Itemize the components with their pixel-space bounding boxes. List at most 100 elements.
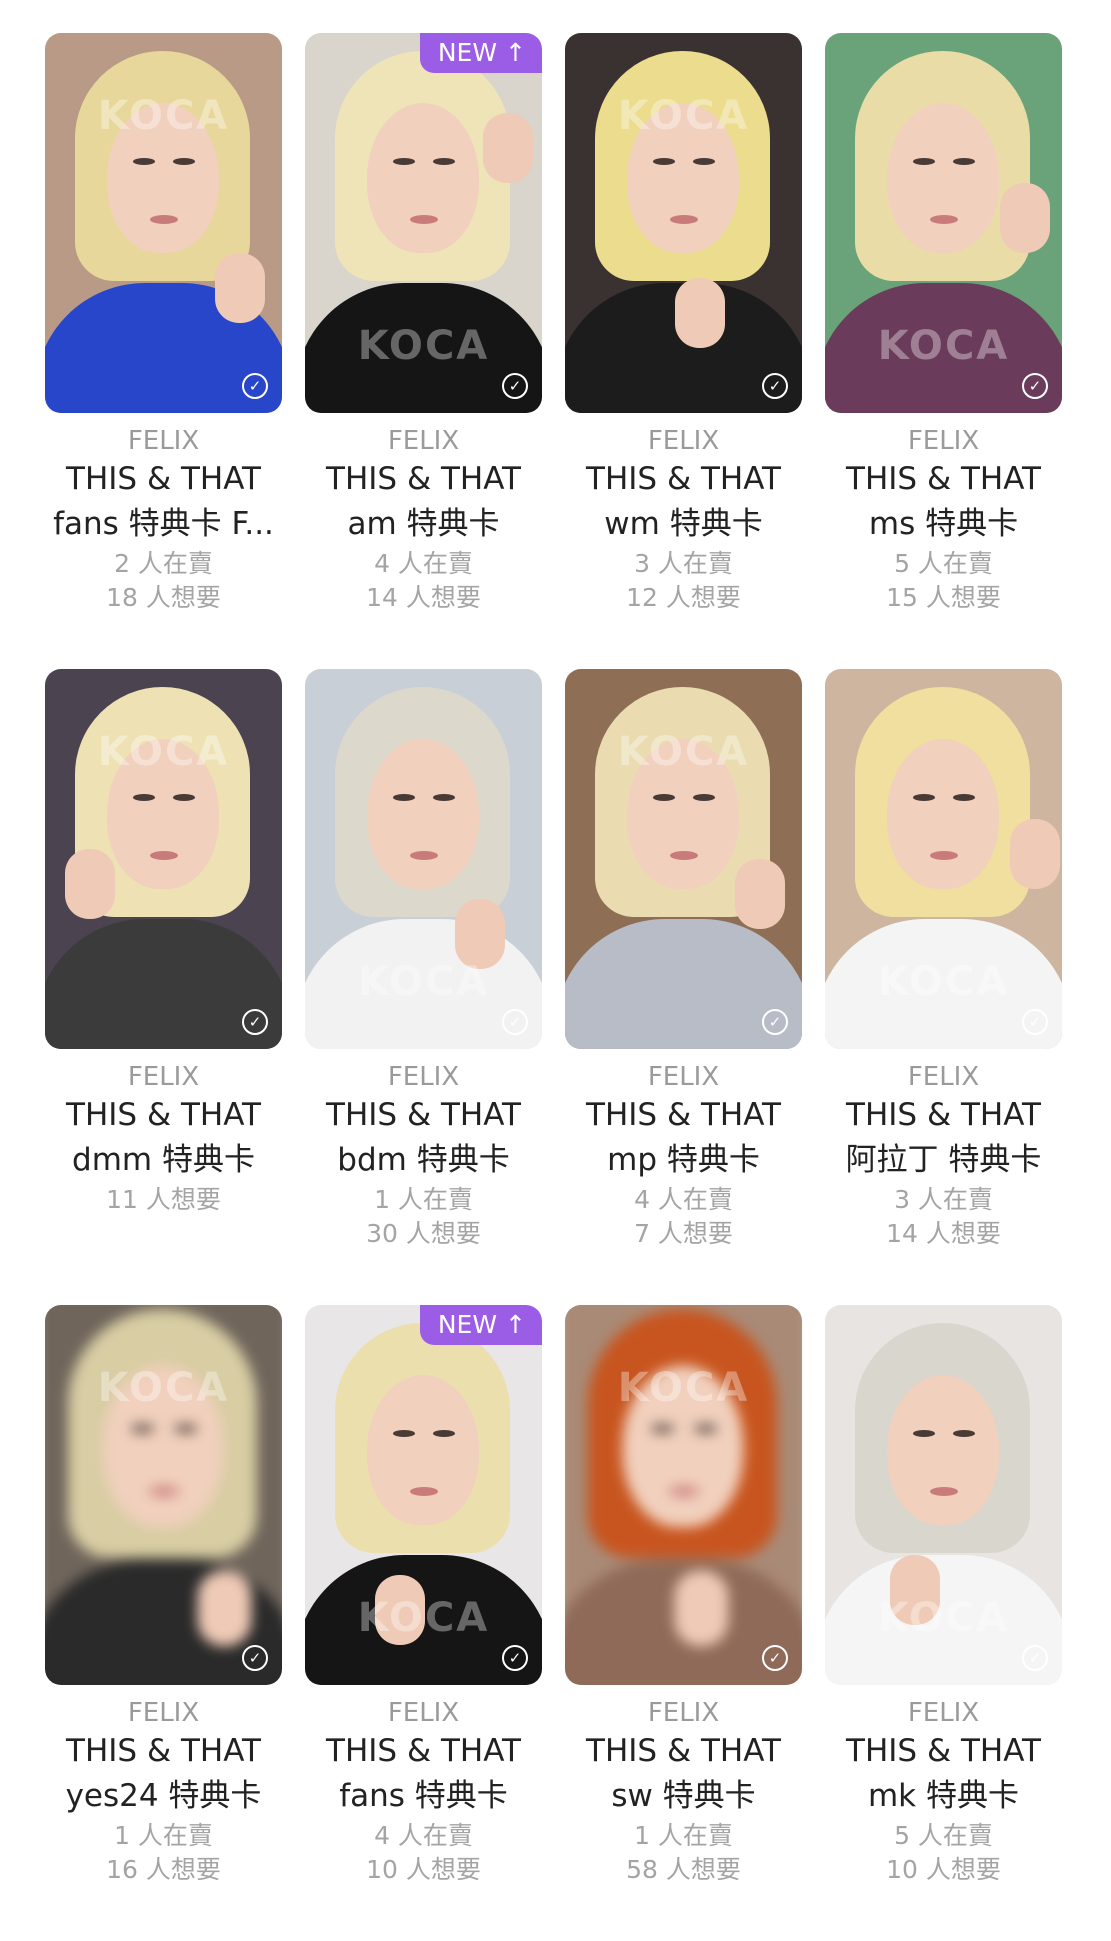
photocard-item[interactable]: KOCA ✓ FELIX THIS & THAT wm 特典卡 3 人在賣 12… (565, 33, 802, 669)
card-title-line1: THIS & THAT (586, 1733, 781, 1769)
card-info: FELIX THIS & THAT mk 特典卡 5 人在賣 10 人想要 (825, 1697, 1062, 1887)
selling-count: 1 人在賣 (634, 1821, 733, 1850)
photocard-item[interactable]: KOCA ✓ FELIX THIS & THAT sw 特典卡 1 人在賣 58… (565, 1305, 802, 1941)
new-badge-label: NEW (437, 38, 498, 67)
koca-watermark: KOCA (357, 959, 490, 1005)
photo-hand (735, 859, 785, 929)
photo-lips (410, 851, 438, 860)
photocard-image[interactable]: KOCA ✓ (305, 669, 542, 1049)
member-name: FELIX (387, 426, 460, 456)
card-title-line1: THIS & THAT (326, 1733, 521, 1769)
photocard-item[interactable]: KOCA ✓ FELIX THIS & THAT dmm 特典卡 11 人想要 (45, 669, 282, 1305)
selling-count: 4 人在賣 (634, 1185, 733, 1214)
card-title-line1: THIS & THAT (846, 461, 1041, 497)
photo-hand (674, 1570, 729, 1647)
wanting-count: 12 人想要 (626, 583, 741, 612)
photocard-image[interactable]: KOCA ✓ (825, 33, 1062, 413)
photocard-image[interactable]: KOCA ✓ (565, 33, 802, 413)
koca-watermark: KOCA (357, 1595, 490, 1641)
photo-face (887, 103, 999, 253)
wanting-count: 18 人想要 (106, 583, 221, 612)
check-circle-icon[interactable]: ✓ (762, 1009, 788, 1035)
card-info: FELIX THIS & THAT ms 特典卡 5 人在賣 15 人想要 (825, 425, 1062, 615)
photo-lips (668, 1486, 700, 1497)
photocard-item[interactable]: KOCA ✓ FELIX THIS & THAT yes24 特典卡 1 人在賣… (45, 1305, 282, 1941)
check-circle-icon[interactable]: ✓ (242, 1009, 268, 1035)
check-circle-icon[interactable]: ✓ (502, 1645, 528, 1671)
card-title-line2: mp 特典卡 (607, 1142, 760, 1178)
check-circle-icon[interactable]: ✓ (1022, 1009, 1048, 1035)
photo-background (45, 669, 282, 1049)
photo-background (565, 1305, 802, 1685)
wanting-count: 7 人想要 (634, 1219, 733, 1248)
photocard-image[interactable]: KOCA ✓ (565, 1305, 802, 1685)
card-info: FELIX THIS & THAT fans 特典卡 4 人在賣 10 人想要 (305, 1697, 542, 1887)
selling-count: 1 人在賣 (374, 1185, 473, 1214)
card-title-line2: dmm 特典卡 (72, 1142, 255, 1178)
card-title-line2: mk 特典卡 (867, 1778, 1019, 1814)
card-title-line2: fans 特典卡 F... (53, 506, 274, 542)
photo-eye (913, 158, 935, 165)
check-circle-icon[interactable]: ✓ (762, 373, 788, 399)
photocard-item[interactable]: KOCA ✓ NEW ↑ FELIX THIS & THAT am 特典卡 4 人… (305, 33, 542, 669)
photo-eye (393, 794, 415, 801)
photo-face (367, 739, 479, 889)
photo-eye (953, 1430, 975, 1437)
photo-background (565, 669, 802, 1049)
photocard-item[interactable]: KOCA ✓ FELIX THIS & THAT mk 特典卡 5 人在賣 10… (825, 1305, 1062, 1941)
card-title-line1: THIS & THAT (66, 1733, 261, 1769)
check-circle-icon[interactable]: ✓ (762, 1645, 788, 1671)
card-title-line2: bdm 特典卡 (337, 1142, 510, 1178)
photo-eye (173, 158, 195, 165)
new-badge: NEW ↑ (419, 1305, 542, 1345)
check-circle-icon[interactable]: ✓ (502, 373, 528, 399)
card-title-line2: yes24 特典卡 (65, 1778, 262, 1814)
photocard-image[interactable]: KOCA ✓ NEW ↑ (305, 1305, 542, 1685)
photo-hand (483, 113, 533, 183)
card-info: FELIX THIS & THAT dmm 特典卡 11 人想要 (45, 1061, 282, 1217)
koca-watermark: KOCA (877, 1595, 1010, 1641)
photo-hand (197, 1570, 252, 1647)
koca-watermark: KOCA (357, 323, 490, 369)
photocard-image[interactable]: KOCA ✓ (825, 1305, 1062, 1685)
photo-background (565, 33, 802, 413)
check-circle-icon[interactable]: ✓ (242, 1645, 268, 1671)
photocard-image[interactable]: KOCA ✓ (45, 669, 282, 1049)
photocard-image[interactable]: KOCA ✓ (45, 33, 282, 413)
photocard-image[interactable]: KOCA ✓ (565, 669, 802, 1049)
photocard-image[interactable]: KOCA ✓ NEW ↑ (305, 33, 542, 413)
card-info: FELIX THIS & THAT wm 特典卡 3 人在賣 12 人想要 (565, 425, 802, 615)
member-name: FELIX (647, 1062, 720, 1092)
photo-eye (913, 1430, 935, 1437)
photocard-item[interactable]: KOCA ✓ FELIX THIS & THAT mp 特典卡 4 人在賣 7 … (565, 669, 802, 1305)
photo-eye (653, 158, 675, 165)
photo-lips (150, 851, 178, 860)
check-circle-icon[interactable]: ✓ (1022, 373, 1048, 399)
wanting-count: 14 人想要 (886, 1219, 1001, 1248)
photocard-image[interactable]: KOCA ✓ (825, 669, 1062, 1049)
photocard-item[interactable]: KOCA ✓ FELIX THIS & THAT 阿拉丁 特典卡 3 人在賣 1… (825, 669, 1062, 1305)
photo-lips (148, 1486, 180, 1497)
check-circle-icon[interactable]: ✓ (242, 373, 268, 399)
photo-eye (393, 158, 415, 165)
selling-count: 5 人在賣 (894, 1821, 993, 1850)
photocard-item[interactable]: KOCA ✓ FELIX THIS & THAT fans 特典卡 F... 2… (45, 33, 282, 669)
selling-count: 3 人在賣 (634, 549, 733, 578)
photocard-item[interactable]: KOCA ✓ FELIX THIS & THAT bdm 特典卡 1 人在賣 3… (305, 669, 542, 1305)
arrow-up-icon: ↑ (505, 1310, 526, 1339)
photo-hand (675, 278, 725, 348)
photo-hand (215, 253, 265, 323)
member-name: FELIX (127, 426, 200, 456)
photo-background (45, 1305, 282, 1685)
card-title-line2: 阿拉丁 特典卡 (845, 1142, 1042, 1178)
check-circle-icon[interactable]: ✓ (502, 1009, 528, 1035)
photo-eye (393, 1430, 415, 1437)
photocard-item[interactable]: KOCA ✓ NEW ↑ FELIX THIS & THAT fans 特典卡 4… (305, 1305, 542, 1941)
photocard-image[interactable]: KOCA ✓ (45, 1305, 282, 1685)
photocard-item[interactable]: KOCA ✓ FELIX THIS & THAT ms 特典卡 5 人在賣 15… (825, 33, 1062, 669)
wanting-count: 10 人想要 (886, 1855, 1001, 1884)
card-info: FELIX THIS & THAT yes24 特典卡 1 人在賣 16 人想要 (45, 1697, 282, 1887)
photo-eye (433, 1430, 455, 1437)
check-circle-icon[interactable]: ✓ (1022, 1645, 1048, 1671)
photo-eye (693, 794, 715, 801)
